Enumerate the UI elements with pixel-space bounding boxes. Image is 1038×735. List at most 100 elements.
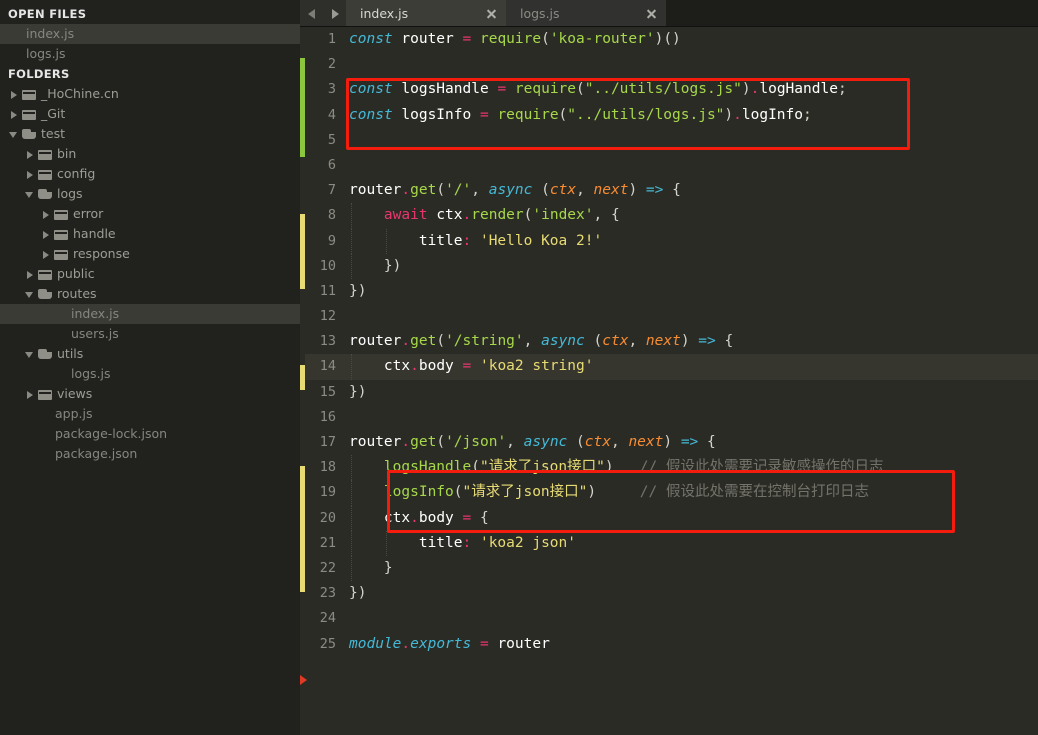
editor-tab[interactable]: logs.js [506, 0, 666, 26]
nav-forward-icon[interactable] [330, 7, 340, 19]
code-line[interactable]: 22 } [305, 555, 1038, 582]
tree-folder-item[interactable]: error [0, 204, 300, 224]
tab-bar[interactable]: index.js logs.js [300, 0, 1038, 27]
folders-list[interactable]: _HoChine.cn _Git test bin config logs error han… [0, 84, 300, 464]
tree-file-item[interactable]: package-lock.json [0, 424, 300, 444]
tree-folder-item[interactable]: routes [0, 284, 300, 304]
line-number: 3 [327, 81, 336, 98]
folder-icon [38, 389, 52, 400]
code-token: "请求了json接口" [479, 459, 605, 476]
tree-folder-item[interactable]: response [0, 244, 300, 264]
code-line[interactable]: 23}) [305, 581, 1038, 606]
tree-folder-item[interactable]: utils [0, 344, 300, 364]
code-line[interactable]: 16 [305, 405, 1038, 430]
tree-folder-item[interactable]: views [0, 384, 300, 404]
tree-folder-item[interactable]: _HoChine.cn [0, 84, 300, 104]
open-files-list[interactable]: index.js logs.js [0, 24, 300, 64]
code-token: )() [654, 31, 681, 47]
indent-guide [351, 228, 352, 254]
code-line-text: }) [349, 581, 1038, 606]
code-line[interactable]: 21 title: 'koa2 json' [305, 530, 1038, 556]
code-line[interactable]: 19 logsInfo("请求了json接口") // 假设此处需要在控制台打印… [305, 480, 1038, 506]
chevron-right-icon[interactable] [40, 228, 52, 240]
line-number: 8 [327, 207, 336, 224]
tab-nav-arrows[interactable] [300, 0, 346, 26]
open-file-item[interactable]: index.js [0, 24, 300, 44]
code-line[interactable]: 10 }) [305, 253, 1038, 279]
tree-folder-item[interactable]: public [0, 264, 300, 284]
code-line[interactable]: 4 const logsInfo = require("../utils/logs… [305, 103, 1038, 128]
tree-file-item[interactable]: users.js [0, 324, 300, 344]
code-editor[interactable]: 1 const router = require('koa-router')() 2… [300, 27, 1038, 735]
chevron-right-icon[interactable] [24, 168, 36, 180]
code-line-text: const logsInfo = require("../utils/logs.… [349, 103, 1038, 128]
tree-file-item[interactable]: package.json [0, 444, 300, 464]
indent-guide [351, 505, 352, 531]
code-line[interactable]: 1 const router = require('koa-router')() [305, 27, 1038, 52]
code-line[interactable]: 2 [305, 52, 1038, 77]
chevron-right-icon[interactable] [24, 388, 36, 400]
tree-folder-item[interactable]: logs [0, 184, 300, 204]
tree-file-item[interactable]: index.js [0, 304, 300, 324]
tree-folder-item[interactable]: _Git [0, 104, 300, 124]
code-line[interactable]: 24 [305, 606, 1038, 631]
code-token: async [541, 333, 585, 350]
code-line[interactable]: 15}) [305, 380, 1038, 405]
editor-tab[interactable]: index.js [346, 0, 506, 26]
code-line[interactable]: 11}) [305, 279, 1038, 304]
chevron-down-icon[interactable] [24, 348, 36, 360]
chevron-right-icon[interactable] [8, 88, 20, 100]
chevron-right-icon[interactable] [24, 148, 36, 160]
code-token: = [462, 509, 472, 526]
line-number: 7 [327, 182, 336, 199]
tree-folder-item[interactable]: test [0, 124, 300, 144]
code-line[interactable]: 17 router.get('/json', async (ctx, next) … [305, 430, 1038, 455]
chevron-right-icon[interactable] [40, 248, 52, 260]
chevron-down-icon[interactable] [24, 188, 36, 200]
code-token: "../utils/logs.js" [567, 106, 725, 123]
chevron-down-icon[interactable] [8, 128, 20, 140]
open-file-item[interactable]: logs.js [0, 44, 300, 64]
code-line[interactable]: 8 await ctx.render('index', { [305, 203, 1038, 229]
code-line[interactable]: 5 [305, 128, 1038, 153]
code-token: }) [349, 282, 367, 299]
tab-list[interactable]: index.js logs.js [346, 0, 666, 26]
code-content[interactable]: 1 const router = require('koa-router')() 2… [305, 27, 1038, 735]
line-number: 5 [327, 131, 336, 148]
code-token: ) [741, 81, 751, 98]
chevron-right-icon[interactable] [40, 208, 52, 220]
code-line[interactable]: 13 router.get('/string', async (ctx, next… [305, 329, 1038, 354]
tree-file-item[interactable]: app.js [0, 404, 300, 424]
tree-folder-label: views [57, 386, 93, 401]
tree-folder-item[interactable]: config [0, 164, 300, 184]
code-line[interactable]: 18 logsHandle("请求了json接口") // 假设此处需要记录敏感… [305, 455, 1038, 481]
code-line[interactable]: 7 router.get('/', async (ctx, next) => { [305, 178, 1038, 203]
code-line[interactable]: 12 [305, 304, 1038, 329]
nav-back-icon[interactable] [307, 7, 317, 19]
tree-file-label: users.js [71, 326, 119, 341]
code-token: ( [593, 333, 603, 350]
sidebar-file-tree[interactable]: OPEN FILES index.js logs.js FOLDERS _HoCh… [0, 0, 300, 735]
code-line[interactable]: 9 title: 'Hello Koa 2!' [305, 228, 1038, 254]
code-line[interactable]: 14 ctx.body = 'koa2 string' [305, 354, 1038, 380]
folder-icon [54, 209, 68, 220]
chevron-down-icon[interactable] [24, 288, 36, 300]
chevron-right-icon[interactable] [24, 268, 36, 280]
tree-folder-item[interactable]: bin [0, 144, 300, 164]
code-line[interactable]: 25 module.exports = router [305, 632, 1038, 657]
code-token: async [523, 434, 568, 450]
code-token: const [349, 81, 393, 98]
tree-file-item[interactable]: logs.js [0, 364, 300, 384]
code-line[interactable]: 3 const logsHandle = require("../utils/lo… [305, 77, 1038, 102]
code-line[interactable]: 6 [305, 153, 1038, 178]
tree-folder-item[interactable]: handle [0, 224, 300, 244]
code-token: ( [541, 31, 550, 47]
chevron-right-icon[interactable] [8, 108, 20, 120]
tab-close-icon[interactable] [645, 7, 658, 20]
code-line[interactable]: 20 ctx.body = { [305, 505, 1038, 531]
code-line-text: await ctx.render('index', { [349, 203, 1038, 228]
tab-close-icon[interactable] [485, 7, 498, 20]
tree-folder-label: _HoChine.cn [41, 86, 119, 101]
code-token: module [349, 635, 402, 652]
